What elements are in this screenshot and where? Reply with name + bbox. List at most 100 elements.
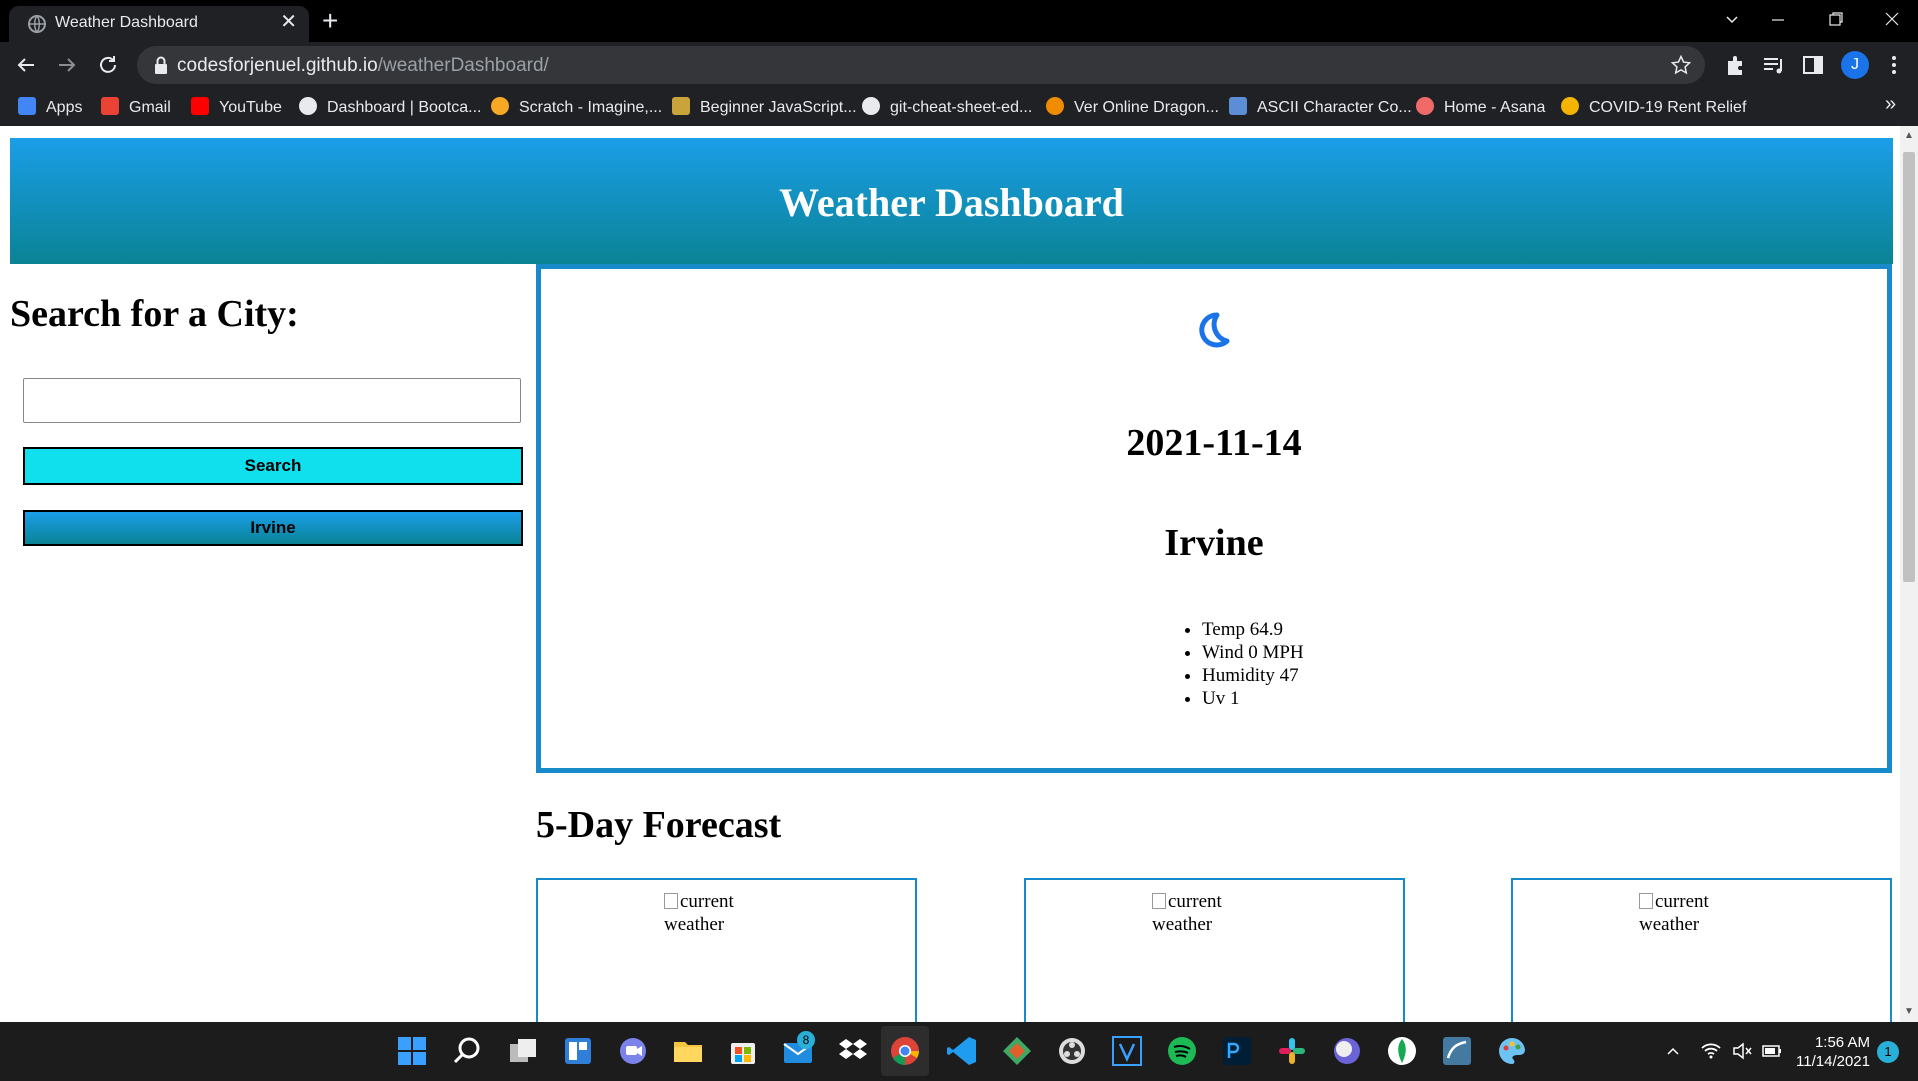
current-date: 2021-11-14 — [1126, 422, 1302, 464]
chrome-icon[interactable] — [888, 1034, 922, 1068]
clock-date: 11/14/2021 — [1796, 1053, 1870, 1070]
bookmark-dashboard[interactable]: Dashboard | Bootca... — [299, 97, 481, 118]
wifi-icon[interactable] — [1700, 1040, 1722, 1062]
scroll-down-icon[interactable]: ▼ — [1904, 1006, 1914, 1017]
url-host: codesforjenuel.github.io — [177, 55, 378, 76]
bookmark-label: Apps — [46, 99, 83, 116]
bookmark-covid-rent-relief[interactable]: COVID-19 Rent Relief — [1561, 97, 1746, 118]
extensions-icon[interactable] — [1722, 51, 1750, 79]
mysql-workbench-icon[interactable] — [1440, 1034, 1474, 1068]
wind-stat: Wind 0 MPH — [1202, 641, 1304, 664]
mail-badge: 8 — [797, 1031, 815, 1049]
tab-title: Weather Dashboard — [55, 14, 198, 31]
browser-toolbar: codesforjenuel.github.io/weatherDashboar… — [0, 42, 1918, 88]
scroll-up-icon[interactable]: ▲ — [1904, 130, 1914, 141]
menu-kebab-icon[interactable] — [1880, 51, 1908, 79]
bookmark-label: Home - Asana — [1444, 99, 1546, 116]
temp-stat: Temp 64.9 — [1202, 618, 1304, 641]
vectorworks-icon[interactable] — [1110, 1034, 1144, 1068]
city-search-input[interactable] — [23, 378, 521, 423]
bookmark-label: YouTube — [219, 99, 282, 116]
moon-icon — [1199, 312, 1230, 348]
obs-icon[interactable] — [1055, 1034, 1089, 1068]
bookmark-label: COVID-19 Rent Relief — [1589, 99, 1747, 116]
forecast-card: current weather — [536, 878, 917, 1024]
tab-search-icon[interactable] — [1724, 12, 1740, 28]
windows-taskbar: 8 1:56 AM 11/14/2021 1 — [0, 1022, 1918, 1081]
teams-chat-icon[interactable] — [616, 1034, 650, 1068]
rent-relief-icon — [1561, 97, 1579, 115]
taskbar-clock[interactable]: 1:56 AM 11/14/2021 — [1796, 1033, 1870, 1071]
bookmark-ascii[interactable]: ASCII Character Co... — [1229, 97, 1412, 118]
paint-palette-icon[interactable] — [1495, 1034, 1529, 1068]
new-tab-button[interactable]: + — [322, 6, 338, 36]
bookmark-javascript[interactable]: Beginner JavaScript... — [672, 97, 857, 118]
scratch-icon — [491, 97, 509, 115]
forward-icon[interactable] — [55, 53, 79, 77]
more-bookmarks-button[interactable]: » — [1885, 94, 1896, 114]
reload-icon[interactable] — [96, 53, 120, 77]
forecast-card: current weather — [1024, 878, 1405, 1024]
bookmark-gmail[interactable]: Gmail — [101, 97, 171, 118]
uv-stat: Uv 1 — [1202, 687, 1304, 710]
apps-grid-icon — [18, 97, 36, 115]
microsoft-store-icon[interactable] — [726, 1034, 760, 1068]
windows-start-icon[interactable] — [395, 1034, 429, 1068]
bookmark-label: Ver Online Dragon... — [1074, 99, 1219, 116]
ascii-icon — [1229, 97, 1247, 115]
search-button[interactable]: Search — [23, 447, 523, 485]
mongodb-icon[interactable] — [1385, 1034, 1419, 1068]
gitkraken-icon[interactable] — [1000, 1034, 1034, 1068]
restore-icon[interactable] — [1828, 11, 1844, 27]
page-scrollbar[interactable]: ▲ ▼ — [1900, 126, 1918, 1024]
bookmark-scratch[interactable]: Scratch - Imagine,... — [491, 97, 662, 118]
bookmark-youtube[interactable]: YouTube — [191, 97, 282, 118]
page-title: Weather Dashboard — [779, 180, 1124, 225]
task-view-icon[interactable] — [506, 1034, 540, 1068]
app-circle-icon[interactable] — [1330, 1034, 1364, 1068]
browser-tab[interactable]: Weather Dashboard ✕ — [9, 6, 309, 42]
bookmark-asana[interactable]: Home - Asana — [1416, 97, 1545, 118]
bookmark-apps[interactable]: Apps — [18, 97, 82, 118]
search-heading: Search for a City: — [10, 293, 299, 335]
web-page: Weather Dashboard Search for a City: Sea… — [0, 126, 1918, 1024]
volume-muted-icon[interactable] — [1731, 1040, 1753, 1062]
broken-image: current weather — [1639, 890, 1739, 936]
bookmark-label: ASCII Character Co... — [1257, 99, 1412, 116]
current-weather-card: 2021-11-14 Irvine Temp 64.9 Wind 0 MPH H… — [536, 264, 1892, 773]
history-city-button[interactable]: Irvine — [23, 510, 523, 546]
side-panel-icon[interactable] — [1799, 51, 1827, 79]
lock-icon[interactable] — [151, 54, 171, 76]
bookmarks-bar: Apps Gmail YouTube Dashboard | Bootca...… — [0, 88, 1918, 126]
show-hidden-icons-chevron[interactable] — [1665, 1043, 1681, 1059]
media-control-icon[interactable] — [1760, 51, 1788, 79]
close-window-icon[interactable] — [1884, 11, 1900, 27]
page-header: Weather Dashboard — [10, 138, 1893, 264]
notification-badge[interactable]: 1 — [1877, 1041, 1899, 1063]
bookmark-star-icon[interactable] — [1671, 55, 1691, 75]
tab-close-icon[interactable]: ✕ — [280, 11, 297, 33]
bookmark-label: Dashboard | Bootca... — [327, 99, 482, 116]
globe-icon — [299, 97, 317, 115]
minimize-icon[interactable] — [1770, 12, 1786, 28]
back-icon[interactable] — [14, 53, 38, 77]
search-icon[interactable] — [450, 1034, 484, 1068]
vscode-icon[interactable] — [945, 1034, 979, 1068]
battery-icon[interactable] — [1761, 1040, 1783, 1062]
url-text: codesforjenuel.github.io/weatherDashboar… — [177, 55, 549, 76]
address-bar[interactable]: codesforjenuel.github.io/weatherDashboar… — [137, 46, 1705, 84]
widgets-icon[interactable] — [561, 1034, 595, 1068]
file-explorer-icon[interactable] — [671, 1034, 705, 1068]
photoshop-icon[interactable] — [1220, 1034, 1254, 1068]
slack-icon[interactable] — [1275, 1034, 1309, 1068]
github-icon — [862, 97, 880, 115]
bookmark-dragon[interactable]: Ver Online Dragon... — [1046, 97, 1219, 118]
dragonball-icon — [1046, 97, 1064, 115]
current-stats-list: Temp 64.9 Wind 0 MPH Humidity 47 Uv 1 — [1186, 618, 1304, 710]
dropbox-icon[interactable] — [836, 1034, 870, 1068]
spotify-icon[interactable] — [1165, 1034, 1199, 1068]
scroll-thumb[interactable] — [1903, 152, 1915, 582]
profile-avatar[interactable]: J — [1841, 51, 1869, 79]
globe-icon — [28, 15, 46, 33]
bookmark-git-cheat-sheet[interactable]: git-cheat-sheet-ed... — [862, 97, 1032, 118]
